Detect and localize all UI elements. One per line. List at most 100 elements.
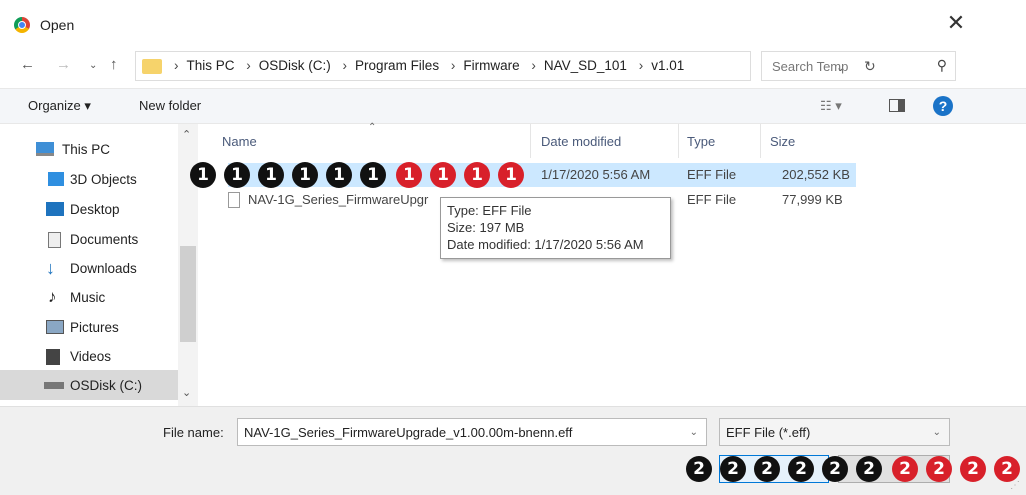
step-badge: 2 [686,456,712,482]
sidebar-item-label: This PC [62,142,111,157]
document-icon [48,232,61,248]
step-badge: 2 [856,456,882,482]
sidebar-item-label: 3D Objects [70,172,137,187]
step-badge: 2 [960,456,986,482]
sidebar-item-downloads[interactable]: ↓ Downloads [0,253,178,283]
chevron-down-icon[interactable]: ⌄ [690,427,698,438]
file-date: 1/17/2020 5:56 AM [541,167,651,182]
sidebar-item-label: Documents [70,232,139,247]
step-badge: 1 [464,162,490,188]
sidebar-item-osdisk[interactable]: OSDisk (C:) [0,370,178,400]
column-header-date[interactable]: Date modified [541,134,621,149]
tooltip-type: Type: EFF File [447,203,532,218]
up-arrow-icon[interactable]: ↑ [110,56,118,73]
sidebar-item-documents[interactable]: Documents [0,224,178,254]
scroll-up-icon[interactable]: ⌃ [182,128,191,141]
video-icon [46,349,60,365]
file-tooltip: Type: EFF File Size: 197 MB Date modifie… [440,197,671,259]
sidebar-item-label: Music [70,290,106,305]
sidebar-item-label: Videos [70,349,112,364]
window-title: Open [40,17,75,33]
download-icon: ↓ [46,258,55,278]
breadcrumb: › This PC › OSDisk (C:) › Program Files › Fi… [174,58,685,73]
column-header-name[interactable]: Name [222,134,257,149]
step-badge: 1 [430,162,456,188]
file-name: NAV-1G_Series_FirmwareUpgr [248,192,429,207]
sidebar-item-label: Downloads [70,261,137,276]
new-folder-button[interactable]: New folder [139,98,201,113]
breadcrumb-item[interactable]: NAV_SD_101 [544,58,627,73]
file-type: EFF File [687,192,737,207]
column-header-size[interactable]: Size [770,134,795,149]
help-icon[interactable]: ? [933,96,953,116]
file-name-field[interactable]: NAV-1G_Series_FirmwareUpgrade_v1.00.00m-… [237,418,707,446]
computer-icon [36,142,54,156]
breadcrumb-item[interactable]: Firmware [463,58,519,73]
file-type-value: EFF File (*.eff) [726,425,811,440]
recent-locations-chevron-icon[interactable]: ⌄ [89,60,97,71]
step-badge: 2 [754,456,780,482]
step-badge: 1 [498,162,524,188]
sort-ascending-icon: ⌃ [368,122,377,133]
music-icon: ♪ [48,287,57,306]
drive-icon [44,382,64,389]
search-input[interactable]: Search Temp ⚲ [761,51,956,81]
close-button[interactable]: ✕ [944,12,968,36]
title-bar: Open ✕ [0,0,1026,46]
navigation-bar: ← → ⌄ ↑ › This PC › OSDisk (C:) › Program F… [0,48,1026,84]
address-bar[interactable]: › This PC › OSDisk (C:) › Program Files › Fi… [135,51,876,81]
preview-pane-icon[interactable] [889,99,905,112]
search-icon: ⚲ [936,57,947,73]
column-header-type[interactable]: Type [687,134,715,149]
breadcrumb-item[interactable]: This PC [187,58,235,73]
step-badge: 1 [292,162,318,188]
chrome-icon [14,17,30,33]
tooltip-date: Date modified: 1/17/2020 5:56 AM [447,237,644,252]
sidebar-item-music[interactable]: ♪ Music [0,282,178,312]
sidebar-item-pictures[interactable]: Pictures [0,312,178,342]
change-view-icon[interactable]: ☷ ▾ [820,98,842,114]
file-size: 77,999 KB [782,192,843,207]
step-badge: 2 [926,456,952,482]
step-badge: 2 [788,456,814,482]
sidebar-item-this-pc[interactable]: This PC [0,134,178,164]
file-name-panel: File name: NAV-1G_Series_FirmwareUpgrade… [0,406,1026,495]
file-type-select[interactable]: EFF File (*.eff) ⌄ [719,418,950,446]
resize-grip-icon[interactable]: ⋰ [1010,480,1020,491]
scroll-down-icon[interactable]: ⌄ [182,386,191,399]
step-badge: 1 [396,162,422,188]
breadcrumb-item[interactable]: v1.01 [651,58,684,73]
sidebar-item-label: Desktop [70,202,120,217]
breadcrumb-item[interactable]: Program Files [355,58,439,73]
step-badge: 2 [720,456,746,482]
file-name-value: NAV-1G_Series_FirmwareUpgrade_v1.00.00m-… [244,425,573,440]
step-badge: 1 [190,162,216,188]
picture-icon [46,320,64,334]
back-arrow-icon[interactable]: ← [20,56,35,73]
sidebar-item-label: OSDisk (C:) [70,378,142,393]
step-badge: 2 [994,456,1020,482]
step-badge: 1 [326,162,352,188]
breadcrumb-item[interactable]: OSDisk (C:) [259,58,331,73]
file-size: 202,552 KB [782,167,850,182]
cube-icon [48,172,64,186]
search-placeholder: Search Temp [772,59,849,74]
file-row[interactable]: 1/17/2020 5:56 AM EFF File 202,552 KB [228,163,856,187]
step-badge: 2 [822,456,848,482]
organize-button[interactable]: Organize ▾ [28,98,91,114]
sidebar-item-label: Pictures [70,320,119,335]
sidebar-item-desktop[interactable]: Desktop [0,194,178,224]
step-badge: 1 [360,162,386,188]
sidebar-item-videos[interactable]: Videos [0,341,178,371]
step-badge: 1 [258,162,284,188]
forward-arrow-icon[interactable]: → [56,56,71,73]
file-type: EFF File [687,167,737,182]
scrollbar-thumb[interactable] [180,246,196,342]
navigation-pane: This PC 3D Objects Desktop Documents ↓ D… [0,124,200,406]
file-list: ⌃ Name Date modified Type Size 1/17/2020… [200,122,1026,406]
tooltip-size: Size: 197 MB [447,220,525,235]
desktop-icon [46,202,64,216]
step-badge: 1 [224,162,250,188]
sidebar-item-3d-objects[interactable]: 3D Objects [0,164,178,194]
step-badge: 2 [892,456,918,482]
